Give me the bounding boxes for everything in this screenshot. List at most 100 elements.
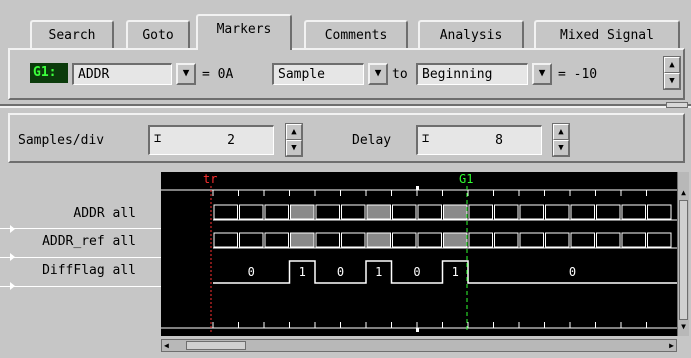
- offset-value: = -10: [558, 67, 598, 82]
- spin-down-icon[interactable]: ▼: [286, 140, 302, 156]
- splitter-handle[interactable]: [666, 102, 688, 108]
- vertical-scrollbar[interactable]: ▲ ▼: [677, 172, 689, 336]
- diffflag-value-label: 1: [452, 265, 459, 279]
- bus-segment: [290, 232, 315, 248]
- tab-markers-label: Markers: [216, 22, 272, 37]
- diffflag-value-label: 1: [375, 265, 382, 279]
- bus-segment: [545, 232, 570, 248]
- to-label: to: [392, 67, 408, 82]
- spin-up-icon[interactable]: ▲: [286, 124, 302, 140]
- marker-name-badge: G1:: [30, 63, 68, 83]
- vertical-scroll-thumb[interactable]: [679, 200, 688, 320]
- horizontal-scroll-thumb[interactable]: [186, 341, 246, 350]
- tab-comments-label: Comments: [324, 28, 388, 43]
- selection-arrow-icon: [10, 282, 15, 290]
- reference-field[interactable]: Sample: [272, 63, 364, 85]
- tab-markers[interactable]: Markers: [196, 14, 292, 50]
- delay-value: 8: [495, 133, 503, 148]
- marker-signal-field[interactable]: ADDR: [72, 63, 172, 85]
- bus-segment: [647, 232, 672, 248]
- bus-segment: [366, 232, 391, 248]
- text-cursor-icon: ⌶: [154, 131, 162, 145]
- bus-segment: [341, 204, 366, 220]
- tab-comments[interactable]: Comments: [304, 20, 408, 48]
- scroll-right-icon[interactable]: ▶: [669, 340, 674, 351]
- signal-dropdown-button[interactable]: ▼: [176, 63, 196, 85]
- diffflag-value-label: 0: [248, 265, 255, 279]
- tab-analysis-label: Analysis: [439, 28, 503, 43]
- bus-segment: [468, 232, 493, 248]
- bus-segment: [213, 232, 238, 248]
- bus-segment: [570, 232, 595, 248]
- text-cursor-icon: ⌶: [422, 131, 430, 145]
- selection-arrow-icon: [10, 225, 15, 233]
- spin-up-icon[interactable]: ▲: [553, 124, 569, 140]
- bus-segment: [239, 232, 264, 248]
- reference-dropdown-button[interactable]: ▼: [368, 63, 388, 85]
- bus-segment: [443, 204, 468, 220]
- tab-search[interactable]: Search: [30, 20, 114, 48]
- bus-segment: [392, 204, 417, 220]
- timebase-controls: [8, 113, 685, 163]
- scroll-left-icon[interactable]: ◀: [164, 340, 169, 351]
- spin-down-icon[interactable]: ▼: [664, 73, 680, 89]
- samples-spinner[interactable]: ▲ ▼: [285, 123, 303, 157]
- delay-field[interactable]: ⌶ 8: [416, 125, 542, 155]
- marker-eq-value: = 0A: [202, 67, 234, 82]
- spin-up-icon[interactable]: ▲: [664, 57, 680, 73]
- bus-segment: [494, 232, 519, 248]
- offset-spinner[interactable]: ▲ ▼: [663, 56, 681, 90]
- waveform-svg: 0 1 0 1 0 1 0 tr G1: [161, 172, 677, 332]
- scroll-up-icon[interactable]: ▲: [678, 188, 689, 198]
- bus-segment: [264, 232, 289, 248]
- ruler-center-mark: [416, 186, 419, 190]
- diffflag-value-label: 0: [337, 265, 344, 279]
- label-separator: [0, 257, 161, 258]
- bus-segment: [392, 232, 417, 248]
- dropdown-arrow-icon: ▼: [374, 66, 382, 79]
- signal-label-addr[interactable]: ADDR all: [6, 206, 136, 221]
- bus-segment: [545, 204, 570, 220]
- label-separator: [0, 286, 161, 287]
- delay-spinner[interactable]: ▲ ▼: [552, 123, 570, 157]
- tab-mixed-signal-label: Mixed Signal: [560, 28, 654, 43]
- bus-segment: [315, 232, 340, 248]
- position-dropdown-button[interactable]: ▼: [532, 63, 552, 85]
- bus-segment: [596, 204, 621, 220]
- horizontal-scrollbar[interactable]: ◀ ▶: [161, 339, 677, 352]
- dropdown-arrow-icon: ▼: [538, 66, 546, 79]
- bus-segment: [264, 204, 289, 220]
- bus-segment: [417, 204, 442, 220]
- bus-segment: [621, 204, 646, 220]
- samples-per-div-label: Samples/div: [18, 133, 105, 148]
- tab-analysis[interactable]: Analysis: [418, 20, 524, 48]
- bus-segment: [213, 204, 238, 220]
- bus-segment: [417, 232, 442, 248]
- tab-goto-label: Goto: [142, 28, 174, 43]
- g1-marker-label: G1: [459, 172, 473, 186]
- bus-segment: [621, 232, 646, 248]
- diffflag-value-label: 1: [299, 265, 306, 279]
- bus-segment: [596, 232, 621, 248]
- signal-label-addr-ref[interactable]: ADDR_ref all: [6, 234, 136, 249]
- signal-label-diffflag[interactable]: DiffFlag all: [6, 263, 136, 278]
- bus-segment: [239, 204, 264, 220]
- bus-segment: [443, 232, 468, 248]
- tab-goto[interactable]: Goto: [126, 20, 190, 48]
- label-separator: [0, 228, 161, 229]
- scroll-down-icon[interactable]: ▼: [678, 322, 689, 332]
- position-field[interactable]: Beginning: [416, 63, 528, 85]
- tab-bar: Search Goto Markers Comments Analysis Mi…: [0, 0, 691, 100]
- waveform-display[interactable]: 0 1 0 1 0 1 0 tr G1: [161, 172, 677, 336]
- bus-segment: [468, 204, 493, 220]
- samples-per-div-field[interactable]: ⌶ 2: [148, 125, 274, 155]
- bus-segment: [315, 204, 340, 220]
- spin-down-icon[interactable]: ▼: [553, 140, 569, 156]
- diffflag-value-label: 0: [569, 265, 576, 279]
- delay-label: Delay: [352, 133, 392, 148]
- bus-segment: [366, 204, 391, 220]
- dropdown-arrow-icon: ▼: [182, 66, 190, 79]
- bus-segment: [519, 204, 544, 220]
- tab-mixed-signal[interactable]: Mixed Signal: [534, 20, 680, 48]
- diffflag-value-label: 0: [413, 265, 420, 279]
